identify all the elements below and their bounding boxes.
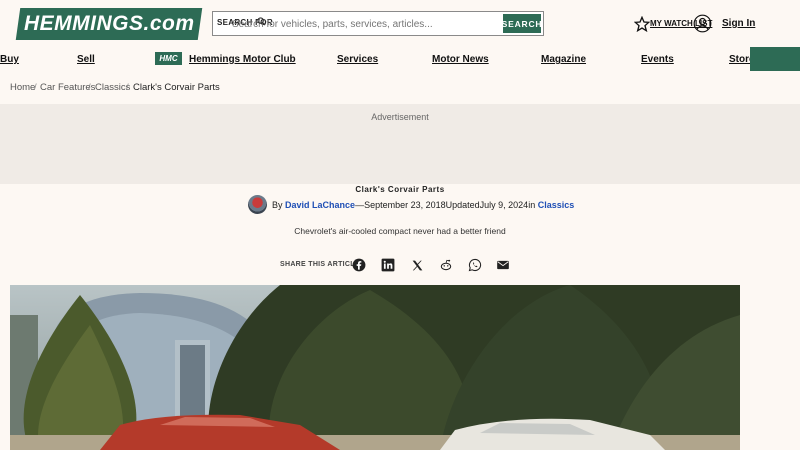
nav-item-sell[interactable]: Sell [77, 54, 95, 65]
reddit-icon[interactable] [439, 258, 453, 272]
share-label: SHARE THIS ARTICLE [280, 261, 360, 268]
x-icon[interactable] [410, 258, 424, 272]
nav-item-events[interactable]: Events [641, 54, 674, 65]
breadcrumb-separator: / [34, 82, 37, 93]
user-icon[interactable] [693, 14, 712, 33]
breadcrumb-current: Clark's Corvair Parts [133, 82, 220, 93]
updated-date: July 9, 2024 [479, 200, 529, 210]
published-date: —September 23, 2018 [355, 200, 446, 210]
star-icon[interactable] [634, 16, 650, 32]
category-link[interactable]: Classics [538, 200, 575, 210]
sign-in-link[interactable]: Sign In [722, 18, 755, 29]
hemmings-logo[interactable]: HEMMINGS.com [15, 8, 203, 40]
nav-item-services[interactable]: Services [337, 54, 378, 65]
breadcrumb-separator: / [126, 82, 129, 93]
nav-item-magazine[interactable]: Magazine [541, 54, 586, 65]
search-icon [257, 17, 266, 26]
whatsapp-icon[interactable] [468, 258, 482, 272]
author-link[interactable]: David LaChance [285, 200, 355, 210]
byline: By David LaChance—September 23, 2018Upda… [272, 200, 574, 210]
byline-by: By [272, 200, 283, 210]
nav-accent-block [750, 47, 800, 71]
linkedin-icon[interactable] [381, 258, 395, 272]
email-icon[interactable] [496, 258, 510, 272]
breadcrumb-home[interactable]: Home [10, 82, 35, 93]
facebook-icon[interactable] [352, 258, 366, 272]
nav-item-motor-club[interactable]: Hemmings Motor Club [189, 54, 296, 65]
search-input[interactable] [232, 16, 492, 32]
hero-image [10, 285, 740, 450]
search-button[interactable]: SEARCH [502, 14, 542, 33]
advertisement-label: Advertisement [371, 112, 429, 122]
logo-text: HEMMINGS.com [23, 12, 195, 35]
breadcrumb-separator: / [88, 82, 91, 93]
hmc-logo-icon: HMC [155, 52, 182, 65]
updated-label: Updated [445, 200, 480, 210]
article-subtitle: Chevrolet's air-cooled compact never had… [294, 226, 506, 236]
nav-item-motor-news[interactable]: Motor News [432, 54, 489, 65]
nav-item-buy[interactable]: Buy [0, 54, 19, 65]
in-label: in [528, 200, 536, 210]
article-title: Clark's Corvair Parts [355, 185, 445, 194]
author-avatar[interactable] [248, 195, 267, 214]
